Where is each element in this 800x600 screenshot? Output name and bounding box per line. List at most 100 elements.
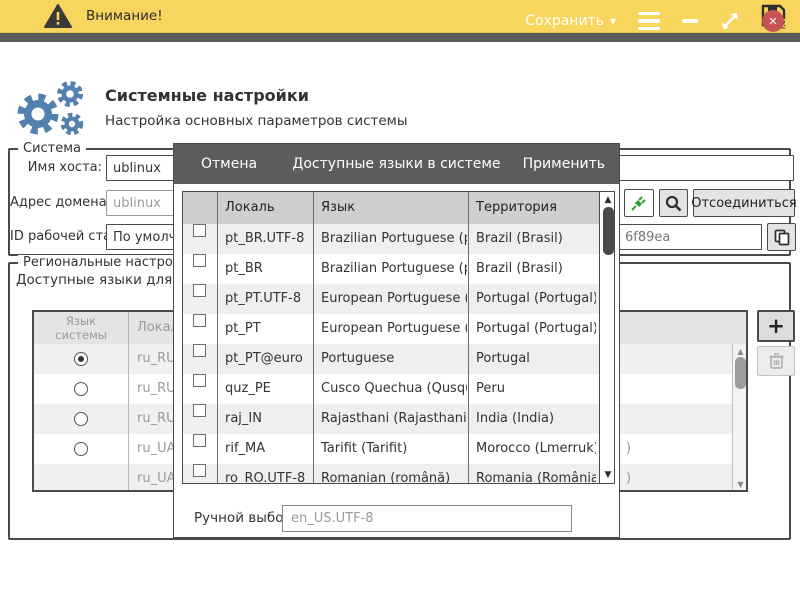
copy-icon [774,229,790,246]
copy-button[interactable] [767,223,796,251]
checkbox[interactable] [193,434,206,447]
scrollbar-thumb[interactable] [735,357,746,389]
dialog-scrollbar[interactable]: ▲ ▼ [599,192,615,483]
locale-cell: pt_PT@euro [225,344,312,374]
table-row[interactable]: pt_PT.UTF-8 European Portuguese (po Port… [183,284,599,314]
locale-cell: quz_PE [225,374,312,404]
language-cell: European Portuguese (po [321,314,467,344]
table-row[interactable]: pt_PT@euro Portuguese Portugal [183,344,599,374]
page-subtitle: Настройка основных параметров системы [105,113,408,129]
trash-icon [768,352,785,370]
territory-cell-tail: ) [626,464,631,492]
locale-cell: ru_RU [137,404,176,434]
table-row[interactable]: pt_BR Brazilian Portuguese (por Brazil (… [183,254,599,284]
warning-icon [44,4,72,29]
cancel-button[interactable]: Отмена [201,144,257,184]
disconnect-label: Отсоединиться [691,196,797,211]
scroll-up-icon[interactable]: ▲ [733,347,748,356]
locales-table: Локаль Язык Территория pt_BR.UTF-8 Brazi… [182,191,615,484]
close-icon: ✕ [768,15,777,28]
scroll-down-icon[interactable]: ▼ [600,470,615,480]
territory-cell: India (India) [476,404,596,434]
resize-icon [720,11,740,31]
column-header-system-language: Язык системы [34,312,128,344]
radio-unselected[interactable] [74,412,88,426]
territory-cell: Portugal (Portugal) [476,284,596,314]
locale-cell: pt_BR.UTF-8 [225,224,312,254]
minimize-button[interactable] [682,19,698,23]
checkbox[interactable] [193,284,206,297]
scroll-down-icon[interactable]: ▼ [733,480,748,489]
add-language-button[interactable]: + [757,310,795,342]
territory-cell: Morocco (Lmerruk) [476,434,596,464]
table-scrollbar[interactable]: ▲ ▼ [732,344,748,492]
checkbox[interactable] [193,344,206,357]
resize-button[interactable] [720,11,740,31]
menu-button[interactable] [638,12,660,31]
plug-icon [630,194,648,212]
close-button[interactable]: ✕ [762,10,784,32]
manual-choice-input[interactable] [282,505,572,532]
checkbox[interactable] [193,314,206,327]
dialog-header: Отмена Доступные языки в системе Примени… [174,144,619,184]
checkbox[interactable] [193,224,206,237]
checkbox[interactable] [193,374,206,387]
territory-cell: Peru [476,374,596,404]
table-row[interactable]: rif_MA Tarifit (Tarifit) Morocco (Lmerru… [183,434,599,464]
gears-icon [10,80,100,138]
territory-cell: Portugal [476,344,596,374]
locale-cell: pt_PT [225,314,312,344]
table-header: Локаль Язык Территория [183,192,614,224]
table-row[interactable]: pt_PT European Portuguese (po Portugal (… [183,314,599,344]
locale-cell: ru_UA [137,464,176,492]
checkbox[interactable] [193,464,206,477]
territory-cell: Brazil (Brasil) [476,254,596,284]
domain-label: Адрес домена: [10,190,102,216]
column-separator [128,312,129,490]
column-header-territory: Территория [476,192,557,224]
language-cell: Tarifit (Tarifit) [321,434,467,464]
save-menu-button[interactable]: Сохранить ▾ [525,13,616,29]
column-header-locale: Локаль [225,192,275,224]
search-button[interactable] [659,189,688,217]
checkbox[interactable] [193,254,206,267]
locale-cell: pt_PT.UTF-8 [225,284,312,314]
search-icon [665,195,682,212]
connect-button[interactable] [624,189,654,217]
warning-text: Внимание! [86,8,163,24]
language-cell: Rajasthani (Rajasthani) [321,404,467,434]
language-cell: Brazilian Portuguese (por [321,254,467,284]
language-cell: Cusco Quechua (Qusqu r [321,374,467,404]
locale-cell: rif_MA [225,434,312,464]
language-cell: Brazilian Portuguese (por [321,224,467,254]
column-separator [217,192,218,483]
territory-cell: Romania (România) [476,464,596,484]
column-separator [468,192,469,483]
locale-cell: raj_IN [225,404,312,434]
save-menu-label: Сохранить [525,13,604,29]
territory-cell: Brazil (Brasil) [476,224,596,254]
territory-cell-tail: ) [626,434,631,464]
radio-unselected[interactable] [74,442,88,456]
apply-button[interactable]: Применить [523,144,605,184]
table-row[interactable]: pt_BR.UTF-8 Brazilian Portuguese (por Br… [183,224,599,254]
plus-icon: + [767,314,785,338]
locales-dialog: Отмена Доступные языки в системе Примени… [173,143,620,538]
table-row[interactable]: quz_PE Cusco Quechua (Qusqu r Peru [183,374,599,404]
language-cell: Romanian (română) [321,464,467,484]
language-cell: Portuguese [321,344,467,374]
disconnect-button[interactable]: Отсоединиться [693,189,795,217]
titlebar-actions: Сохранить ▾ ✕ [525,10,784,32]
locale-cell: pt_BR [225,254,312,284]
scrollbar-thumb[interactable] [603,207,614,255]
column-header-language: Язык [321,192,355,224]
table-row[interactable]: raj_IN Rajasthani (Rajasthani) India (In… [183,404,599,434]
scroll-up-icon[interactable]: ▲ [600,195,615,205]
chevron-down-icon: ▾ [610,15,616,27]
table-row[interactable]: ro_RO.UTF-8 Romanian (română) Romania (R… [183,464,599,484]
locale-cell: ro_RO.UTF-8 [225,464,312,484]
radio-selected[interactable] [74,352,88,366]
app-window: Загрузить ▾ Системные настройки Сохранит… [0,0,800,600]
checkbox[interactable] [193,404,206,417]
radio-unselected[interactable] [74,382,88,396]
